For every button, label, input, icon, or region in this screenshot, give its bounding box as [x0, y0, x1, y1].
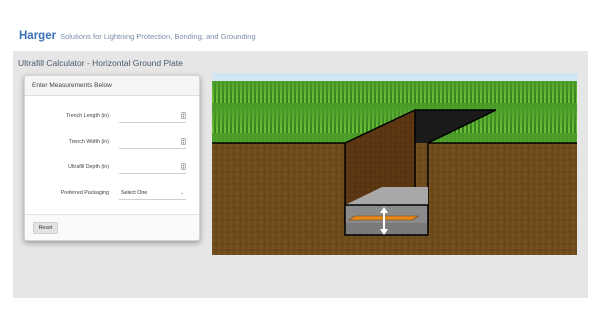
- trench-diagram-svg: [212, 73, 577, 255]
- number-spinner-icon[interactable]: ▲ ▼: [181, 112, 186, 119]
- packaging-select[interactable]: Select One ⌄: [119, 186, 186, 200]
- packaging-row: Preferred Packaging Select One ⌄: [25, 186, 201, 200]
- brand-logo-text[interactable]: Harger: [19, 30, 56, 42]
- trench-length-row: Trench Length (in) ▲ ▼: [25, 109, 201, 123]
- brand-tagline: Solutions for Lightning Protection, Bond…: [60, 32, 256, 41]
- panel-heading: Enter Measurements Below: [25, 76, 199, 96]
- panel-footer: Reset: [25, 214, 199, 240]
- trench-length-label: Trench Length (in): [65, 113, 109, 119]
- trench-width-row: Trench Width (in) ▲ ▼: [25, 135, 201, 149]
- number-spinner-icon[interactable]: ▲ ▼: [181, 163, 186, 170]
- number-spinner-icon[interactable]: ▲ ▼: [181, 138, 186, 145]
- trench-width-input[interactable]: [119, 135, 186, 149]
- ultrafill-depth-label: Ultrafill Depth (in): [68, 164, 109, 170]
- ultrafill-depth-input[interactable]: [119, 160, 186, 174]
- reset-button[interactable]: Reset: [33, 222, 58, 234]
- calculator-main: Ultrafill Calculator - Horizontal Ground…: [13, 51, 588, 298]
- ultrafill-depth-row: Ultrafill Depth (in) ▲ ▼: [25, 160, 201, 174]
- measurements-panel: Enter Measurements Below Trench Length (…: [24, 75, 200, 241]
- trench-width-label: Trench Width (in): [68, 139, 109, 145]
- trench-length-input[interactable]: [119, 109, 186, 123]
- chevron-down-icon: ⌄: [179, 190, 184, 196]
- packaging-selected-value: Select One: [121, 190, 148, 196]
- page-title: Ultrafill Calculator - Horizontal Ground…: [18, 58, 183, 68]
- packaging-label: Preferred Packaging: [60, 190, 109, 196]
- site-header: Harger Solutions for Lightning Protectio…: [19, 30, 256, 46]
- trench-illustration: [212, 73, 577, 255]
